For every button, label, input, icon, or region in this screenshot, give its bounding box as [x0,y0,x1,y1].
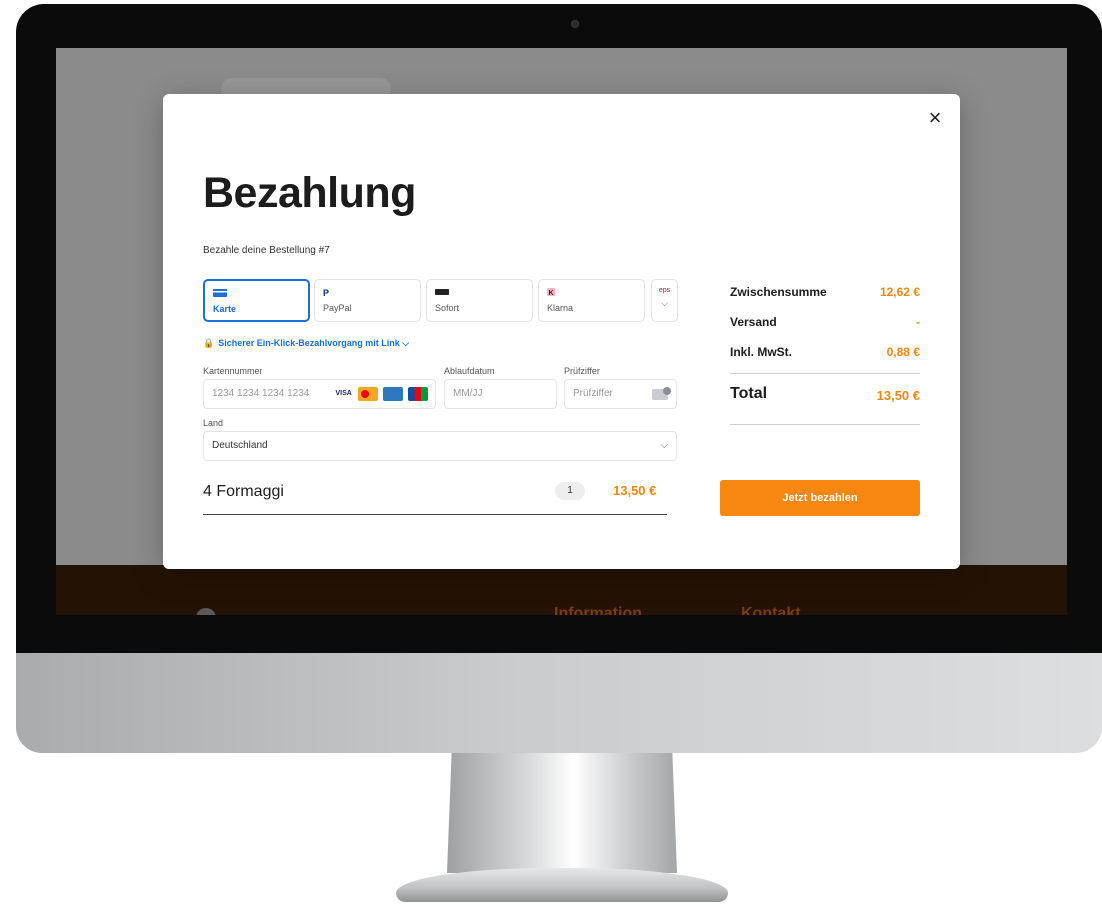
country-value: Deutschland [212,440,268,451]
tax-value: 0,88 € [886,345,920,359]
cart-item-quantity[interactable]: 1 [555,482,585,500]
link-checkout[interactable]: 🔒 Sicherer Ein-Klick-Bezahlvorgang mit Li… [203,338,409,349]
card-number-label: Kartennummer [203,366,263,376]
shipping-value: - [916,315,920,329]
cart-item-name: 4 Formaggi [203,483,284,500]
lock-icon: 🔒 [203,338,215,348]
tab-card[interactable]: Karte [203,279,310,322]
cvc-input[interactable]: Prüfziffer [564,379,677,409]
tab-paypal-label: PayPal [323,303,352,313]
tax-label: Inkl. MwSt. [730,345,793,359]
paypal-icon: P [323,288,329,296]
shipping-label: Versand [730,315,777,329]
monitor-foot [396,868,728,902]
cvc-placeholder: Prüfziffer [573,388,613,399]
visa-icon: VISA [335,390,352,397]
klarna-icon: K [547,288,555,296]
pay-now-button[interactable]: Jetzt bezahlen [720,480,920,516]
tab-paypal[interactable]: P PayPal [314,279,421,322]
jcb-icon [408,387,428,401]
chevron-down-icon: ⌵ [661,298,668,308]
sofort-icon [435,289,449,295]
subtotal-label: Zwischensumme [730,285,827,299]
screen: Information Kontakt × Bezahlung Bezahle … [56,48,1067,615]
card-number-input[interactable]: 1234 1234 1234 1234 VISA [203,379,436,409]
expiry-placeholder: MM/JJ [453,388,483,399]
subtotal-value: 12,62 € [879,285,920,299]
link-checkout-label: Sicherer Ein-Klick-Bezahlvorgang mit Lin… [218,338,410,348]
close-icon[interactable]: × [923,106,947,130]
svg-text:P: P [323,288,329,296]
chevron-down-icon: ⌵ [660,440,668,451]
country-label: Land [203,418,224,428]
card-icon [213,289,227,297]
tab-klarna-label: Klarna [547,303,574,313]
more-methods-dropdown[interactable]: eps ⌵ [651,279,678,322]
total-label: Total [730,385,768,402]
card-number-placeholder: 1234 1234 1234 1234 [212,388,310,399]
country-select[interactable]: Deutschland ⌵ [203,431,677,461]
tab-sofort-label: Sofort [435,303,460,313]
tab-card-label: Karte [213,304,237,314]
expiry-label: Ablaufdatum [444,366,495,376]
footer-heading-information: Information [554,605,642,615]
cart-item-price: 13,50 € [613,483,657,498]
order-subtitle: Bezahle deine Bestellung #7 [203,245,330,256]
tab-sofort[interactable]: Sofort [426,279,533,322]
monitor-stand [447,753,677,873]
footer-heading-contact: Kontakt [741,605,801,615]
payment-modal: × Bezahlung Bezahle deine Bestellung #7 … [163,94,960,569]
mastercard-icon [358,387,379,401]
monitor-chin [16,653,1102,753]
tab-klarna[interactable]: K Klarna [538,279,645,322]
eps-icon: eps [658,287,671,294]
camera-dot [571,20,579,28]
cvc-icon [652,387,671,400]
expiry-input[interactable]: MM/JJ [444,379,557,409]
total-value: 13,50 € [876,388,920,403]
page-title: Bezahlung [203,169,416,217]
summary-divider [730,373,920,374]
cvc-label: Prüfziffer [564,366,600,376]
cart-item-divider [203,514,667,515]
svg-text:K: K [549,290,554,296]
total-divider [730,424,920,425]
card-brands: VISA [332,387,428,401]
amex-icon [383,387,404,401]
